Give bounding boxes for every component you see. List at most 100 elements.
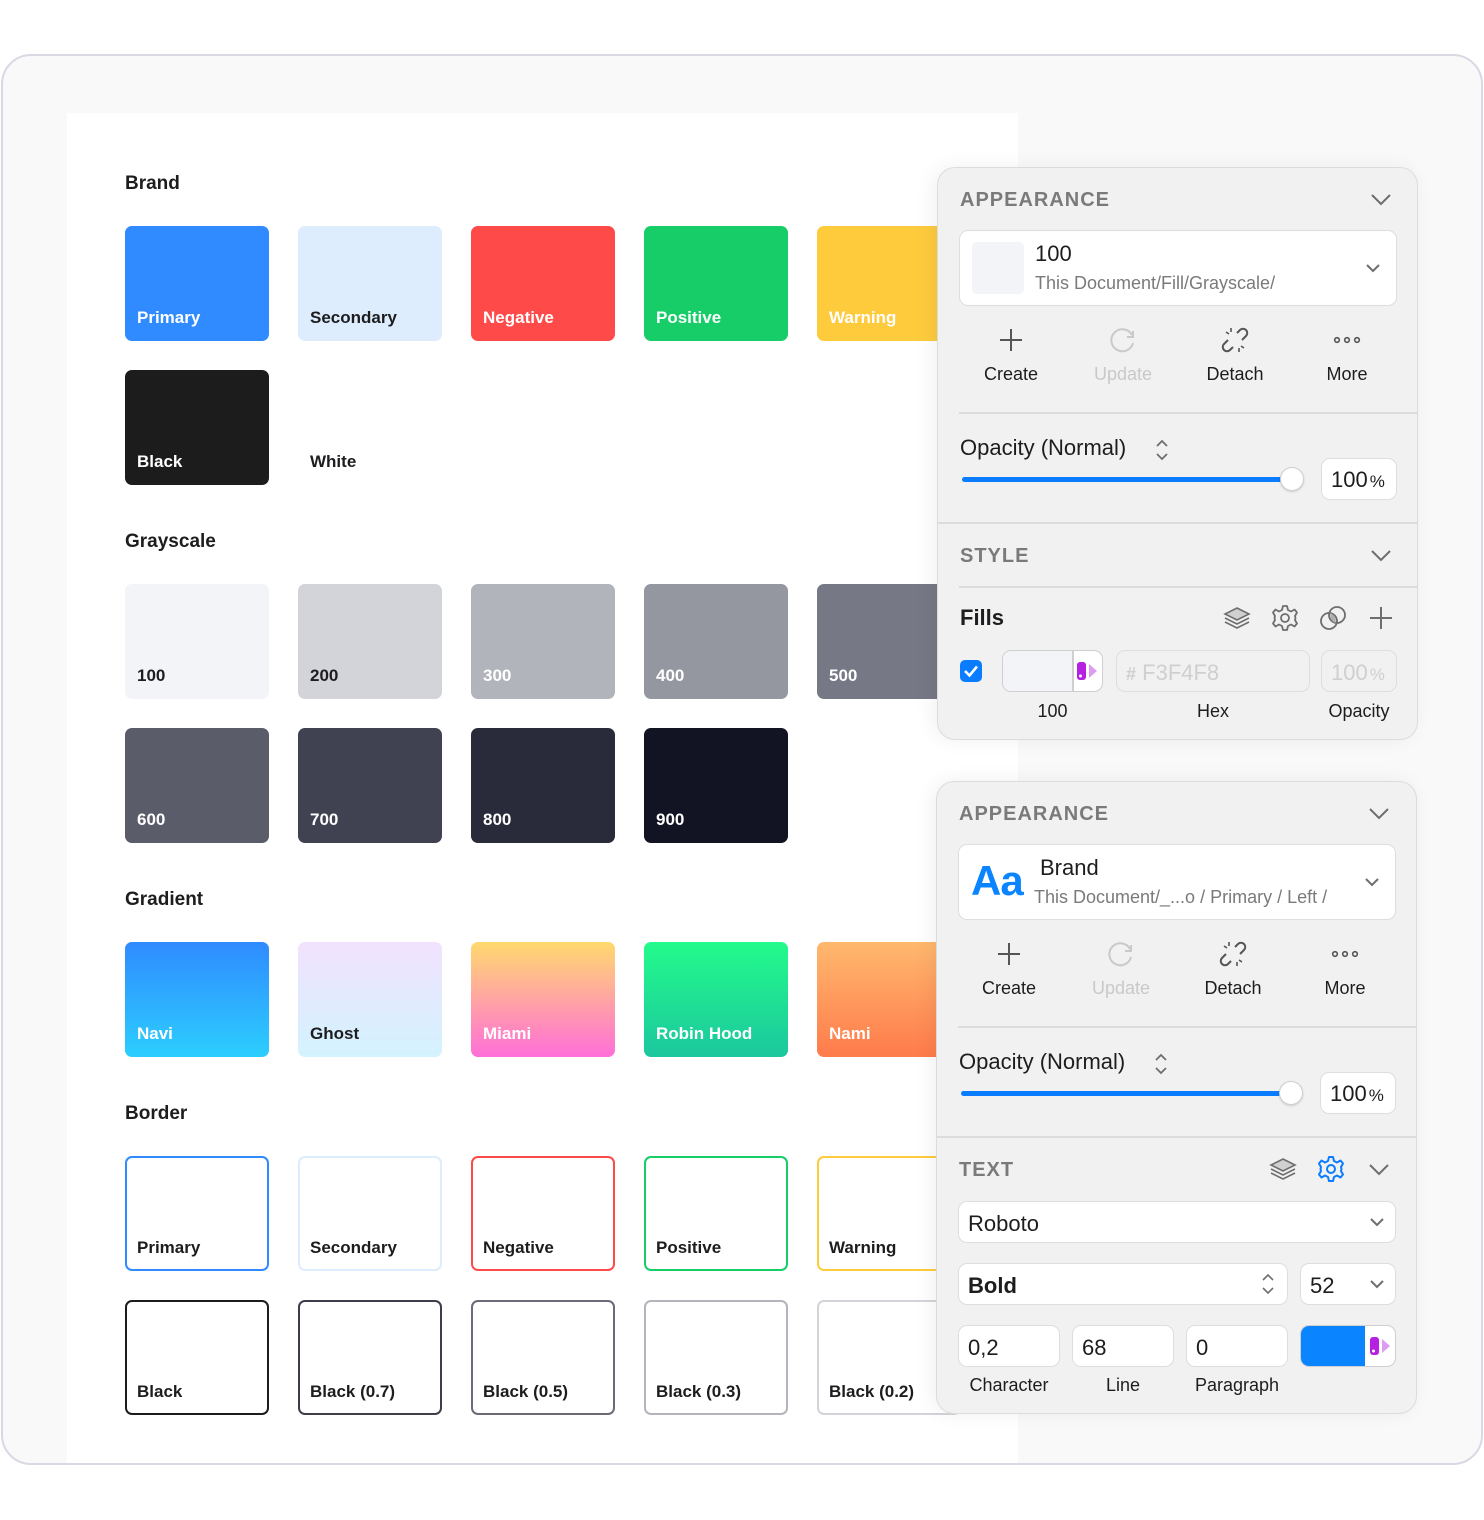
update-style-button[interactable]: Update xyxy=(1073,326,1173,385)
divider xyxy=(958,1026,1416,1028)
grayscale-swatch[interactable]: 400 xyxy=(644,584,788,699)
hex-input[interactable]: # F3F4F8 xyxy=(1116,650,1310,692)
collapse-appearance-chevron-icon[interactable] xyxy=(1370,193,1392,207)
gradient-swatch[interactable]: Ghost xyxy=(298,942,442,1057)
gradient-swatch[interactable]: Navi xyxy=(125,942,269,1057)
divider xyxy=(938,522,1417,524)
grayscale-swatch[interactable]: 100 xyxy=(125,584,269,699)
paragraph-caption: Paragraph xyxy=(1194,1375,1280,1395)
opacity-slider-track[interactable] xyxy=(962,477,1292,482)
collapse-style-chevron-icon[interactable] xyxy=(1370,549,1392,563)
fill-color-well[interactable] xyxy=(1002,650,1103,692)
create-style-button[interactable]: Create xyxy=(961,326,1061,385)
border-swatch[interactable]: Black xyxy=(125,1300,269,1415)
divider xyxy=(959,412,1417,414)
detach-style-button[interactable]: Detach xyxy=(1185,326,1285,385)
gradient-swatch[interactable]: Robin Hood xyxy=(644,942,788,1057)
brand-swatch[interactable]: Secondary xyxy=(298,226,442,341)
update-label: Update xyxy=(1093,364,1153,384)
swatch-label: Black (0.7) xyxy=(310,1382,396,1401)
detach-style-button[interactable]: Detach xyxy=(1183,940,1283,999)
more-options-button[interactable]: More xyxy=(1297,326,1397,385)
font-family-select[interactable]: Roboto xyxy=(958,1201,1396,1243)
paragraph-spacing-input[interactable]: 0 xyxy=(1186,1325,1288,1367)
swatch-label: 300 xyxy=(483,666,512,685)
opacity-label: Opacity (Normal) xyxy=(959,1049,1126,1074)
border-swatch[interactable]: Secondary xyxy=(298,1156,442,1271)
more-label: More xyxy=(1324,978,1366,998)
font-size-select[interactable]: 52 xyxy=(1300,1263,1396,1305)
update-style-button[interactable]: Update xyxy=(1071,940,1171,999)
grayscale-swatch[interactable]: 300 xyxy=(471,584,615,699)
fills-label: Fills xyxy=(960,605,1005,630)
grayscale-swatch[interactable]: 600 xyxy=(125,728,269,843)
font-weight-value: Bold xyxy=(968,1273,1017,1298)
percent-unit: % xyxy=(1369,665,1385,684)
opacity-input[interactable]: 100% xyxy=(1320,1072,1396,1114)
blend-mode-stepper-icon[interactable] xyxy=(1154,437,1170,463)
line-height-input[interactable]: 68 xyxy=(1072,1325,1174,1367)
swatch-label: White xyxy=(310,452,357,471)
collapse-text-chevron-icon[interactable] xyxy=(1368,1163,1390,1177)
shared-style-selector[interactable]: 100 This Document/Fill/Grayscale/ xyxy=(959,230,1397,306)
brand-swatch[interactable]: Negative xyxy=(471,226,615,341)
opacity-slider-handle[interactable] xyxy=(1280,467,1304,491)
character-spacing-input[interactable]: 0,2 xyxy=(958,1325,1060,1367)
border-swatch[interactable]: Black (0.3) xyxy=(644,1300,788,1415)
text-color-well[interactable] xyxy=(1300,1325,1396,1367)
brand-swatch[interactable]: Positive xyxy=(644,226,788,341)
opacity-input[interactable]: 100% xyxy=(1321,458,1397,500)
section-title-brand: Brand xyxy=(125,173,180,194)
swatch-label: Black (0.3) xyxy=(656,1382,742,1401)
grayscale-swatch[interactable]: 200 xyxy=(298,584,442,699)
grayscale-swatch[interactable]: 700 xyxy=(298,728,442,843)
swatch-label: 200 xyxy=(310,666,339,685)
ellipsis-icon xyxy=(1333,336,1361,344)
grayscale-swatch[interactable]: 900 xyxy=(644,728,788,843)
border-swatch[interactable]: Positive xyxy=(644,1156,788,1271)
broken-link-icon xyxy=(1221,327,1249,353)
font-weight-select[interactable]: Bold xyxy=(958,1263,1288,1305)
opacity-slider-track[interactable] xyxy=(961,1091,1291,1096)
swatch-label: Black xyxy=(137,452,183,471)
brand-swatch[interactable]: White xyxy=(298,370,442,485)
detach-label: Detach xyxy=(1204,978,1262,998)
fill-enabled-checkbox[interactable] xyxy=(960,660,982,682)
create-style-button[interactable]: Create xyxy=(959,940,1059,999)
gear-icon[interactable] xyxy=(1270,603,1300,633)
brand-swatch[interactable]: Primary xyxy=(125,226,269,341)
design-canvas: Brand Grayscale Gradient Border Primary S… xyxy=(67,113,1018,1463)
blend-mode-stepper-icon[interactable] xyxy=(1153,1051,1169,1077)
fill-opacity-input[interactable]: 100% xyxy=(1321,650,1397,692)
layers-icon[interactable] xyxy=(1268,1154,1298,1184)
fill-color-preview xyxy=(1003,651,1072,691)
divider xyxy=(937,1136,1416,1138)
grayscale-swatch[interactable]: 800 xyxy=(471,728,615,843)
refresh-icon xyxy=(1110,328,1134,353)
gradient-swatch[interactable]: Miami xyxy=(471,942,615,1057)
text-settings-gear-icon[interactable] xyxy=(1316,1154,1346,1184)
update-label: Update xyxy=(1091,978,1151,998)
color-variable-icon xyxy=(1370,1337,1390,1355)
add-fill-plus-icon[interactable] xyxy=(1366,603,1396,633)
more-options-button[interactable]: More xyxy=(1295,940,1395,999)
brand-swatch[interactable]: Black xyxy=(125,370,269,485)
shared-text-style-selector[interactable]: Aa Brand This Document/_...o / Primary /… xyxy=(958,844,1396,920)
border-swatch[interactable]: Negative xyxy=(471,1156,615,1271)
swatch-label: Black (0.5) xyxy=(483,1382,569,1401)
collapse-appearance-chevron-icon[interactable] xyxy=(1368,807,1390,821)
color-variable-icon xyxy=(1077,662,1097,680)
opacity-slider-handle[interactable] xyxy=(1279,1081,1303,1105)
border-swatch[interactable]: Black (0.5) xyxy=(471,1300,615,1415)
percent-unit: % xyxy=(1369,472,1385,491)
border-swatch[interactable]: Primary xyxy=(125,1156,269,1271)
well-separator xyxy=(1072,651,1074,691)
detach-label: Detach xyxy=(1206,364,1264,384)
layers-icon[interactable] xyxy=(1222,603,1252,633)
border-swatch[interactable]: Black (0.7) xyxy=(298,1300,442,1415)
boolean-overlap-icon[interactable] xyxy=(1318,603,1348,633)
swatch-label: Miami xyxy=(483,1024,532,1043)
swatch-label: Warning xyxy=(829,308,897,327)
chevron-down-icon xyxy=(1365,878,1379,887)
section-title-border: Border xyxy=(125,1103,188,1124)
